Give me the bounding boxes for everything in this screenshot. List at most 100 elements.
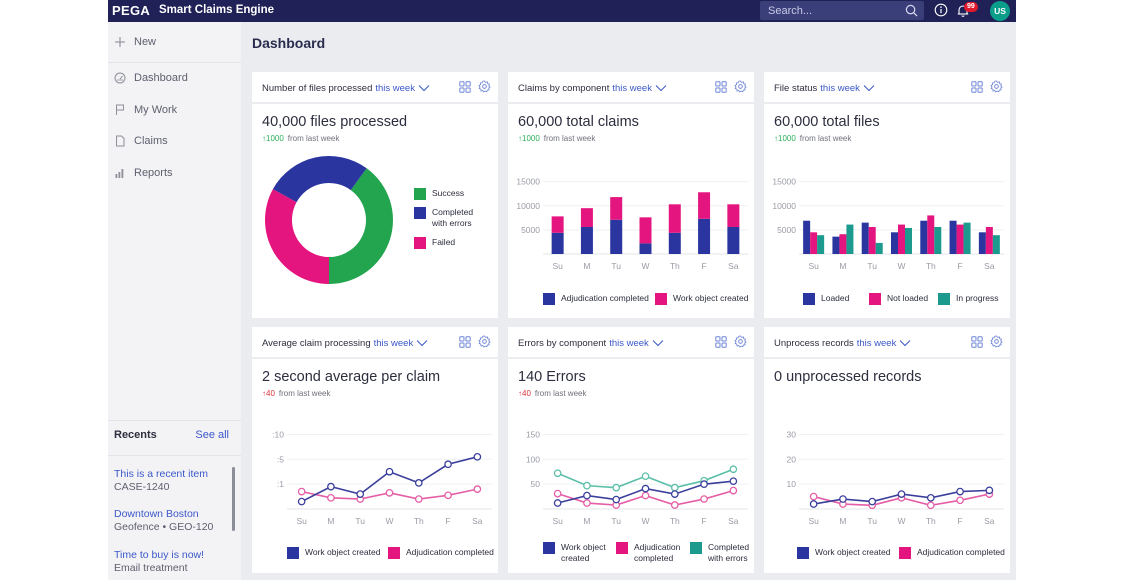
donut-slice-failed bbox=[265, 189, 329, 284]
legend-swatch bbox=[414, 188, 426, 200]
period-dropdown[interactable]: this week bbox=[374, 338, 414, 349]
grid-view-icon[interactable] bbox=[459, 81, 471, 93]
point-adjudication-completed bbox=[729, 486, 738, 495]
legend-item[interactable]: Adjudication completed bbox=[616, 542, 682, 564]
chevron-down-icon[interactable] bbox=[418, 84, 430, 92]
card-header: Errors by component this week bbox=[508, 327, 754, 359]
sidebar-item-reports[interactable]: Reports bbox=[108, 161, 241, 185]
x-tick-label: Sa bbox=[728, 516, 739, 526]
legend-item[interactable]: Adjudication completed bbox=[543, 293, 649, 305]
point-work-object-created bbox=[956, 487, 964, 496]
grid-view-icon[interactable] bbox=[715, 81, 727, 93]
x-tick-label: M bbox=[327, 516, 334, 526]
donut-slice-completed-with-errors bbox=[272, 156, 367, 203]
new-label: New bbox=[134, 36, 157, 48]
gear-icon[interactable] bbox=[478, 80, 491, 93]
gear-icon[interactable] bbox=[990, 80, 1003, 93]
chevron-down-icon[interactable] bbox=[899, 339, 911, 347]
bar-not-loaded bbox=[810, 232, 818, 254]
legend-item[interactable]: Success bbox=[414, 188, 484, 200]
x-tick-label: Tu bbox=[355, 516, 365, 526]
card-header: Claims by component this week bbox=[508, 72, 754, 104]
info-icon[interactable] bbox=[934, 3, 948, 17]
legend-item[interactable]: Work object created bbox=[543, 542, 609, 564]
chevron-down-icon[interactable] bbox=[863, 84, 875, 92]
legend-item[interactable]: Completed with errors bbox=[414, 207, 484, 229]
recent-item-title[interactable]: Time to buy is now! bbox=[114, 549, 229, 562]
document-icon bbox=[116, 135, 125, 147]
gear-icon[interactable] bbox=[990, 335, 1003, 348]
chevron-down-icon[interactable] bbox=[416, 339, 428, 347]
legend-item[interactable]: Not loaded bbox=[869, 293, 928, 305]
gear-icon[interactable] bbox=[478, 335, 491, 348]
x-tick-label: Su bbox=[552, 261, 563, 271]
kpi-value: 60,000 total claims bbox=[518, 114, 639, 130]
search-icon[interactable] bbox=[905, 4, 918, 17]
sidebar-divider bbox=[108, 62, 241, 63]
point-adjudication-completed bbox=[385, 488, 394, 497]
bar-in-progress bbox=[817, 235, 825, 254]
x-tick-label: W bbox=[641, 261, 649, 271]
recent-item[interactable]: Downtown Boston Geofence • GEO-120 bbox=[114, 508, 229, 534]
kpi-delta: ↑40 from last week bbox=[262, 389, 330, 398]
brand-logo[interactable]: PEGA bbox=[112, 3, 150, 18]
recents-scrollbar[interactable] bbox=[232, 467, 235, 531]
y-tick-label: 100 bbox=[526, 454, 540, 464]
period-dropdown[interactable]: this week bbox=[375, 83, 415, 94]
grid-view-icon[interactable] bbox=[971, 336, 983, 348]
x-tick-label: F bbox=[957, 516, 962, 526]
legend-item[interactable]: Adjudication completed bbox=[388, 547, 494, 559]
period-dropdown[interactable]: this week bbox=[609, 338, 649, 349]
search-input[interactable] bbox=[768, 3, 898, 18]
grid-view-icon[interactable] bbox=[971, 81, 983, 93]
legend-item[interactable]: Work object created bbox=[655, 293, 748, 305]
recent-item[interactable]: Time to buy is now! Email treatment bbox=[114, 549, 229, 575]
x-tick-label: Sa bbox=[472, 516, 483, 526]
period-dropdown[interactable]: this week bbox=[612, 83, 652, 94]
legend-item[interactable]: Failed bbox=[414, 237, 484, 249]
y-tick-label: :10 bbox=[272, 429, 284, 439]
x-tick-label: M bbox=[583, 516, 590, 526]
notification-badge: 99 bbox=[964, 2, 978, 12]
x-tick-label: M bbox=[839, 261, 846, 271]
see-all-link[interactable]: See all bbox=[195, 429, 229, 441]
recent-item-title[interactable]: Downtown Boston bbox=[114, 508, 229, 521]
user-avatar[interactable]: US bbox=[990, 1, 1010, 21]
legend-item[interactable]: In progress bbox=[938, 293, 999, 305]
period-dropdown[interactable]: this week bbox=[857, 338, 897, 349]
new-button[interactable]: New bbox=[108, 30, 241, 54]
gear-icon[interactable] bbox=[734, 335, 747, 348]
y-tick-label: 50 bbox=[531, 479, 541, 489]
point-work-object-created bbox=[985, 486, 994, 495]
search-box[interactable] bbox=[760, 1, 924, 20]
grid-view-icon[interactable] bbox=[459, 336, 471, 348]
legend-item[interactable]: Completed with errors bbox=[690, 542, 754, 564]
recent-item-title[interactable]: This is a recent item bbox=[114, 468, 229, 481]
sidebar-item-label: My Work bbox=[134, 104, 178, 116]
point-work-object-created bbox=[670, 490, 679, 498]
recent-item-subtitle: CASE-1240 bbox=[114, 481, 170, 493]
kpi-delta: ↑1000 from last week bbox=[774, 134, 851, 143]
point-adjudication-completed bbox=[641, 491, 650, 500]
recent-item[interactable]: This is a recent item CASE-1240 bbox=[114, 468, 229, 494]
bar-loaded bbox=[891, 232, 898, 254]
sidebar-item-my-work[interactable]: My Work bbox=[108, 98, 241, 122]
sidebar-item-dashboard[interactable]: Dashboard bbox=[108, 66, 241, 90]
legend-item[interactable]: Loaded bbox=[803, 293, 849, 305]
y-tick-label: 10 bbox=[787, 479, 797, 489]
sidebar-item-claims[interactable]: Claims bbox=[108, 129, 241, 153]
period-dropdown[interactable]: this week bbox=[820, 83, 860, 94]
legend-item[interactable]: Work object created bbox=[287, 547, 380, 559]
legend-item[interactable]: Work object created bbox=[797, 547, 890, 559]
y-tick-label: :1 bbox=[277, 479, 284, 489]
chevron-down-icon[interactable] bbox=[655, 84, 667, 92]
gear-icon[interactable] bbox=[734, 80, 747, 93]
grid-view-icon[interactable] bbox=[715, 336, 727, 348]
legend-swatch bbox=[414, 207, 426, 219]
legend-item[interactable]: Adjudication completed bbox=[899, 547, 1005, 559]
point-completed-with-errors bbox=[729, 465, 738, 474]
chevron-down-icon[interactable] bbox=[652, 339, 664, 347]
point-work-object-created bbox=[553, 499, 562, 507]
sidebar-item-label: Claims bbox=[134, 135, 168, 147]
point-work-object-created bbox=[297, 497, 306, 506]
